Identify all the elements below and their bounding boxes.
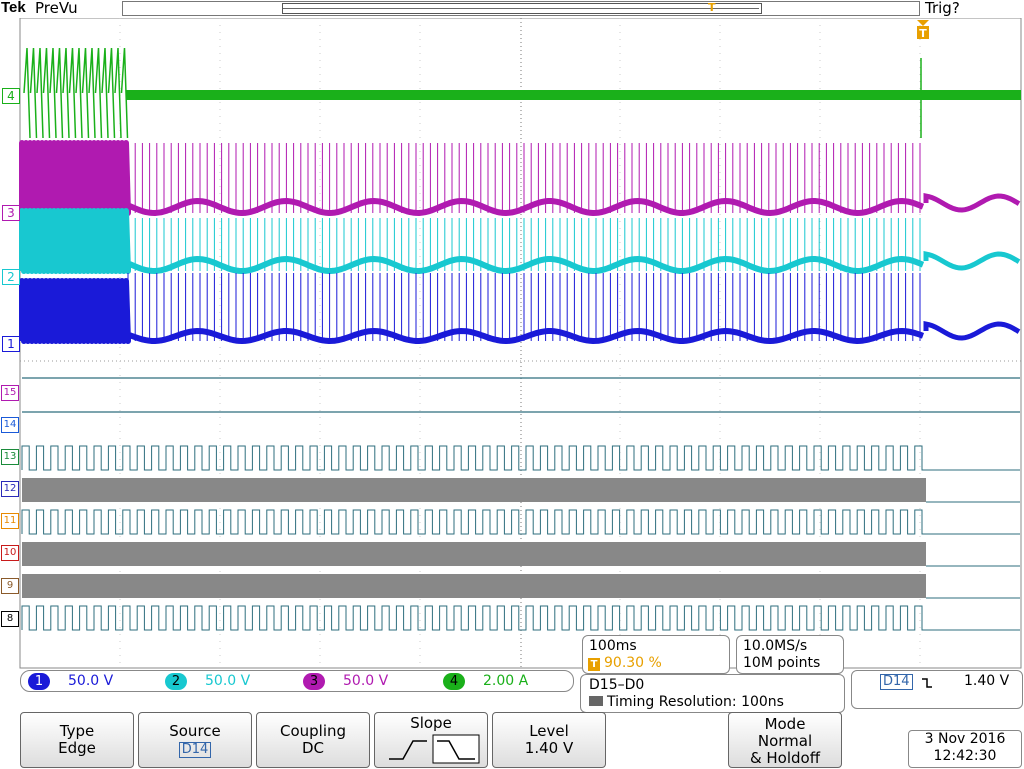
d12-trace-fill: [22, 478, 926, 502]
trigger-type-button[interactable]: Type Edge: [20, 712, 134, 768]
time: 12:42:30: [933, 748, 997, 764]
svg-text:T: T: [919, 27, 927, 40]
horizontal-readout[interactable]: 100ms T 90.30 %: [582, 635, 730, 674]
brand-logo: Tek: [1, 0, 26, 16]
trigger-source-badge: D14: [880, 674, 913, 690]
d15-marker[interactable]: 15: [1, 385, 19, 401]
ch1-scale: 50.0 V: [68, 673, 114, 689]
time-per-div: 100ms: [589, 638, 637, 654]
sample-rate: 10.0MS/s: [743, 638, 808, 654]
datetime-display: 3 Nov 2016 12:42:30: [908, 730, 1022, 768]
ch4-marker[interactable]: 4: [2, 88, 20, 104]
ch1-readout[interactable]: 1 50.0 V: [28, 672, 113, 691]
acquisition-readout[interactable]: 10.0MS/s 10M points: [736, 635, 844, 674]
level-label: Level: [529, 722, 569, 740]
slope-label: Slope: [410, 714, 452, 732]
digital-readout[interactable]: D15–D0 Timing Resolution: 100ns: [580, 674, 845, 713]
ch1-marker[interactable]: 1: [2, 336, 20, 352]
trigger-t-icon: T: [588, 658, 600, 671]
trigger-status: Trig?: [925, 0, 960, 17]
ch4-badge: 4: [443, 673, 465, 690]
type-label: Type: [59, 722, 95, 740]
trigger-source-button[interactable]: Source D14: [138, 712, 252, 768]
trigger-level: 1.40 V: [964, 673, 1010, 689]
trigger-position-value: 90.30 %: [604, 655, 662, 671]
mode-value: Normal: [757, 732, 813, 750]
ch3-marker[interactable]: 3: [2, 205, 20, 221]
date: 3 Nov 2016: [924, 731, 1006, 747]
d11-marker[interactable]: 11: [1, 513, 19, 529]
mode-holdoff: & Holdoff: [749, 749, 821, 767]
ch4-scale: 2.00 A: [483, 673, 529, 689]
ch2-scale: 50.0 V: [205, 673, 251, 689]
source-label: Source: [169, 722, 221, 740]
ch3-readout[interactable]: 3 50.0 V: [303, 672, 388, 691]
ch2-badge: 2: [165, 673, 187, 690]
timing-resolution: Timing Resolution: 100ns: [607, 694, 784, 710]
rising-edge-icon[interactable]: [389, 740, 427, 760]
type-value: Edge: [58, 739, 96, 757]
digital-range: D15–D0: [589, 677, 645, 693]
ch4-readout[interactable]: 4 2.00 A: [443, 672, 528, 691]
level-value: 1.40 V: [524, 739, 574, 757]
d14-marker[interactable]: 14: [1, 417, 19, 433]
d10-trace-fill: [22, 542, 926, 566]
digital-icon: [589, 696, 603, 706]
ch4-baseline: [126, 90, 1021, 100]
ch3-scale: 50.0 V: [343, 673, 389, 689]
d10-marker[interactable]: 10: [1, 545, 19, 561]
trigger-mode-button[interactable]: Mode Normal & Holdoff: [728, 712, 842, 768]
coupling-label: Coupling: [279, 722, 347, 740]
d9-trace-fill: [22, 574, 926, 598]
timing-resolution-row: Timing Resolution: 100ns: [589, 694, 784, 710]
slope-selector[interactable]: [381, 733, 481, 765]
falling-edge-icon: [922, 678, 932, 688]
acquisition-state: PreVu: [35, 0, 78, 17]
trigger-slope-button[interactable]: Slope: [374, 712, 488, 768]
d13-marker[interactable]: 13: [1, 449, 19, 465]
mode-label: Mode: [764, 715, 806, 733]
record-view-line: [283, 8, 759, 9]
trigger-coupling-button[interactable]: Coupling DC: [256, 712, 370, 768]
coupling-value: DC: [301, 739, 325, 757]
waveform-display[interactable]: T: [0, 18, 1024, 670]
ch2-marker[interactable]: 2: [2, 269, 20, 285]
source-value: D14: [178, 742, 212, 758]
trigger-position-marker-icon: T: [708, 1, 716, 14]
d9-marker[interactable]: 9: [1, 578, 19, 594]
trigger-level-button[interactable]: Level 1.40 V: [492, 712, 606, 768]
ch2-readout[interactable]: 2 50.0 V: [165, 672, 250, 691]
d12-marker[interactable]: 12: [1, 481, 19, 497]
d8-marker[interactable]: 8: [1, 611, 19, 627]
trigger-readout[interactable]: D14 1.40 V: [851, 670, 1023, 709]
ch3-badge: 3: [303, 673, 325, 690]
ch1-badge: 1: [28, 673, 50, 690]
trigger-position-readout: T 90.30 %: [588, 655, 662, 671]
record-length: 10M points: [743, 655, 821, 671]
